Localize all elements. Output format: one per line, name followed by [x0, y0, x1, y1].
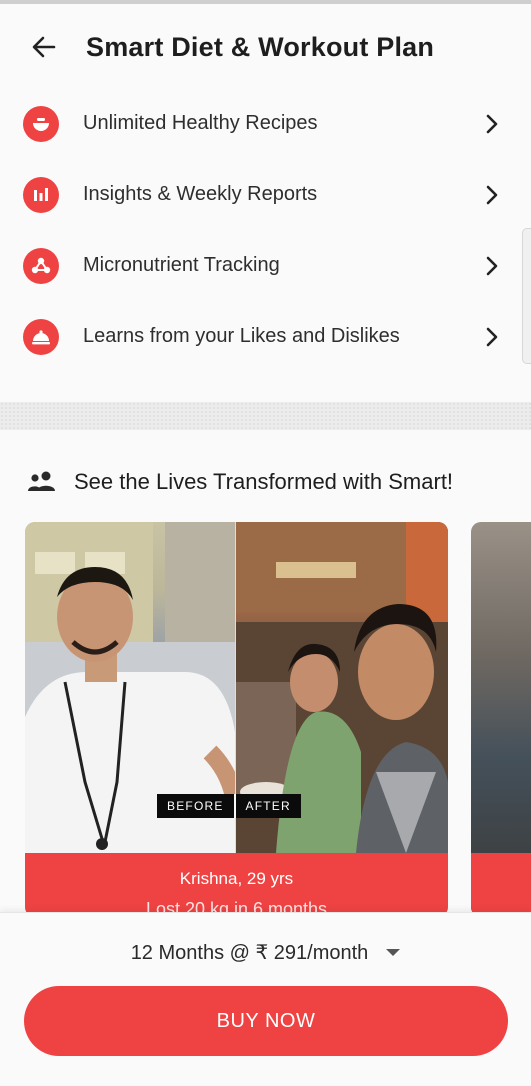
scrollbar[interactable]	[522, 228, 531, 364]
chevron-right-icon	[486, 185, 498, 204]
feature-item-micronutrients[interactable]: Micronutrient Tracking	[0, 230, 531, 301]
feature-label: Learns from your Likes and Dislikes	[83, 325, 400, 347]
caret-down-icon	[386, 948, 401, 956]
testimonial-card[interactable]: BEFORE AFTER Krishna, 29 yrs Lost 20 kg …	[25, 522, 448, 917]
feature-list: Unlimited Healthy Recipes Insights & Wee…	[0, 88, 531, 372]
chevron-right-icon	[486, 114, 498, 133]
card-name: Krishna, 29 yrs	[179, 869, 294, 888]
testimonials-header: See the Lives Transformed with Smart!	[0, 462, 531, 502]
back-arrow-icon	[32, 36, 56, 58]
chevron-right-icon	[486, 327, 498, 346]
plan-dropdown[interactable]: 12 Months @ ₹ 291/month	[0, 935, 531, 969]
after-tag: AFTER	[233, 794, 301, 818]
buy-now-button[interactable]: BUY NOW	[24, 986, 508, 1056]
section-divider	[0, 402, 531, 430]
section-title: See the Lives Transformed with Smart!	[74, 469, 454, 494]
back-button[interactable]	[22, 25, 66, 69]
people-icon	[28, 471, 55, 491]
testimonial-card-next[interactable]	[471, 522, 531, 917]
plan-selected: 12 Months @ ₹ 291/month	[130, 941, 369, 964]
chevron-right-icon	[486, 256, 498, 275]
before-after-label: BEFORE AFTER	[157, 794, 301, 818]
card-footer	[471, 853, 531, 917]
before-tag: BEFORE	[157, 794, 234, 818]
feature-item-insights[interactable]: Insights & Weekly Reports	[0, 159, 531, 230]
bar-chart-icon	[23, 176, 59, 213]
feature-item-preferences[interactable]: Learns from your Likes and Dislikes	[0, 301, 531, 372]
feature-item-recipes[interactable]: Unlimited Healthy Recipes	[0, 88, 531, 159]
feature-label: Insights & Weekly Reports	[83, 183, 318, 205]
food-cloche-icon	[23, 318, 59, 355]
card-footer: Krishna, 29 yrs Lost 20 kg in 6 months	[25, 853, 448, 917]
recipe-bowl-icon	[23, 105, 59, 142]
feature-label: Micronutrient Tracking	[83, 254, 280, 276]
header: Smart Diet & Workout Plan	[0, 22, 531, 72]
feature-label: Unlimited Healthy Recipes	[83, 112, 318, 134]
status-divider	[0, 0, 531, 4]
purchase-bar: 12 Months @ ₹ 291/month BUY NOW	[0, 912, 531, 1086]
page-title: Smart Diet & Workout Plan	[86, 31, 435, 62]
nutrient-molecule-icon	[23, 247, 59, 284]
